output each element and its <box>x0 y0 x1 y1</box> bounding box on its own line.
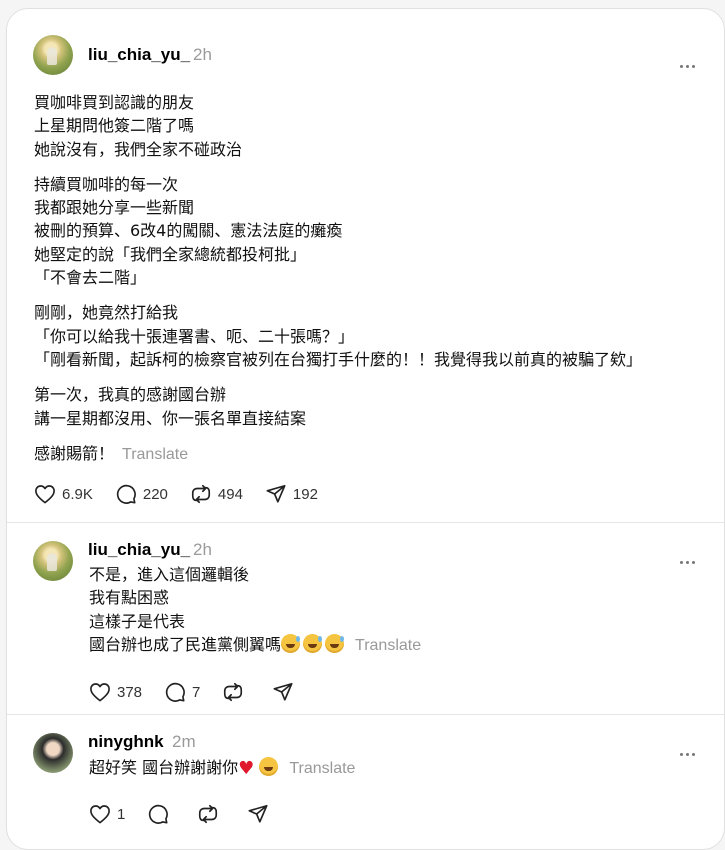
text-line: 買咖啡買到認識的朋友 <box>34 93 195 112</box>
post-body: 不是，進入這個邏輯後 我有點困惑 這樣子是代表 國台辦也成了民進黨側翼嗎 Tran… <box>89 563 689 657</box>
share-icon <box>248 804 268 823</box>
text-line: 剛剛，她竟然打給我 <box>34 303 179 323</box>
more-options-button[interactable] <box>680 53 698 72</box>
text-line: 感謝賜箭！ <box>34 443 115 463</box>
username[interactable]: ninyghnk <box>88 732 164 752</box>
grinning-sweat-emoji <box>281 633 301 653</box>
divider <box>7 714 724 715</box>
reply-count: 7 <box>192 683 201 701</box>
repost-button[interactable] <box>222 681 250 703</box>
like-button[interactable]: 6.9K <box>34 484 93 504</box>
username[interactable]: liu_chia_yu_ <box>88 540 190 560</box>
avatar[interactable] <box>33 35 73 75</box>
like-button[interactable]: 1 <box>89 804 125 824</box>
post-time: 2h <box>193 45 212 64</box>
grinning-sweat-emoji <box>325 633 345 653</box>
post-body: 超好笑 國台辦謝謝你♥ Translate <box>89 756 689 780</box>
more-icon-dot <box>692 753 695 756</box>
text-line: 超好笑 國台辦謝謝你 <box>89 758 239 777</box>
translate-link[interactable]: Translate <box>289 760 355 777</box>
text-line: 「剛看新聞，起訴柯的檢察官被列在台獨打手什麼的！！我覺得我以前真的被騙了欸」 <box>34 349 643 369</box>
share-button[interactable] <box>247 803 275 825</box>
text-line: 持續買咖啡的每一次 <box>34 174 179 194</box>
like-button[interactable]: 378 <box>89 682 142 702</box>
thread-card: liu_chia_yu_ 2h 買咖啡買到認識的朋友 上星期問他簽二階了嗎 她說… <box>6 8 725 850</box>
text-line: 不是，進入這個邏輯後 <box>89 565 250 584</box>
text-line: 我都跟她分享一些新聞 <box>34 198 195 218</box>
share-icon <box>266 484 286 503</box>
repost-icon <box>224 682 243 702</box>
reply-button[interactable]: 220 <box>115 483 168 505</box>
paragraph: 第一次，我真的感謝國台辦 講一星期都沒用、你一張名單直接結案 <box>34 383 704 430</box>
translate-link[interactable]: Translate <box>355 637 421 654</box>
action-bar: 6.9K 220 494 192 <box>34 483 340 505</box>
translate-link[interactable]: Translate <box>122 446 188 463</box>
red-heart-emoji: ♥ <box>238 758 255 779</box>
username[interactable]: liu_chia_yu_ <box>88 45 190 65</box>
comment-icon <box>116 484 136 504</box>
heart-icon <box>90 683 110 702</box>
heart-icon <box>35 485 55 504</box>
repost-count: 494 <box>217 485 243 503</box>
post-time: 2m <box>172 732 196 751</box>
comment-icon <box>149 804 169 824</box>
share-icon <box>273 682 293 701</box>
text-line: 這樣子是代表 <box>89 611 186 631</box>
paragraph: 買咖啡買到認識的朋友 上星期問他簽二階了嗎 她說沒有，我們全家不碰政治 <box>34 91 704 161</box>
repost-icon <box>199 804 218 824</box>
text-line: 她說沒有，我們全家不碰政治 <box>34 139 243 159</box>
like-count: 378 <box>117 683 143 701</box>
avatar[interactable] <box>33 541 73 581</box>
post-time: 2h <box>193 540 212 559</box>
divider <box>7 522 724 523</box>
grinning-sweat-emoji <box>303 633 323 653</box>
share-count: 192 <box>292 485 318 503</box>
text-line: 她堅定的說「我們全家總統都投柯批」 <box>34 244 307 264</box>
reply-button[interactable] <box>147 803 175 825</box>
repost-icon <box>191 484 210 504</box>
repost-button[interactable] <box>197 803 225 825</box>
more-icon-dot <box>692 561 695 564</box>
action-bar: 1 <box>89 803 297 825</box>
repost-button[interactable]: 494 <box>190 483 243 505</box>
more-icon <box>680 65 683 68</box>
avatar[interactable] <box>33 733 73 773</box>
more-icon-dot <box>686 65 689 68</box>
like-count: 6.9K <box>62 485 93 503</box>
heart-icon <box>90 805 110 824</box>
text-line: 第一次，我真的感謝國台辦 <box>34 385 227 405</box>
text-line: 「不會去二階」 <box>34 268 147 288</box>
text-line: 被刪的預算、6改4的闖關、憲法法庭的癱瘓 <box>34 221 343 241</box>
text-line: 上星期問他簽二階了嗎 <box>34 116 195 136</box>
action-bar: 378 7 <box>89 681 322 703</box>
text-line: 講一星期都沒用、你一張名單直接結案 <box>34 408 307 428</box>
reply-button[interactable]: 7 <box>164 681 200 703</box>
paragraph: 持續買咖啡的每一次 我都跟她分享一些新聞 被刪的預算、6改4的闖關、憲法法庭的癱… <box>34 173 704 289</box>
reply-count: 220 <box>142 485 168 503</box>
share-button[interactable]: 192 <box>265 483 318 505</box>
text-line: 「你可以給我十張連署書、呃、二十張嗎？」 <box>34 326 355 346</box>
more-icon-dot <box>692 65 695 68</box>
post-body: 買咖啡買到認識的朋友 上星期問他簽二階了嗎 她說沒有，我們全家不碰政治 持續買咖… <box>34 91 704 466</box>
paragraph: 感謝賜箭！ Translate <box>34 442 704 466</box>
like-count: 1 <box>117 805 126 823</box>
text-line: 國台辦也成了民進黨側翼嗎 <box>89 634 282 654</box>
share-button[interactable] <box>272 681 300 703</box>
comment-icon <box>165 682 185 702</box>
paragraph: 剛剛，她竟然打給我 「你可以給我十張連署書、呃、二十張嗎？」 「剛看新聞，起訴柯… <box>34 301 704 371</box>
text-line: 我有點困惑 <box>89 588 170 608</box>
laughing-emoji <box>259 757 279 776</box>
